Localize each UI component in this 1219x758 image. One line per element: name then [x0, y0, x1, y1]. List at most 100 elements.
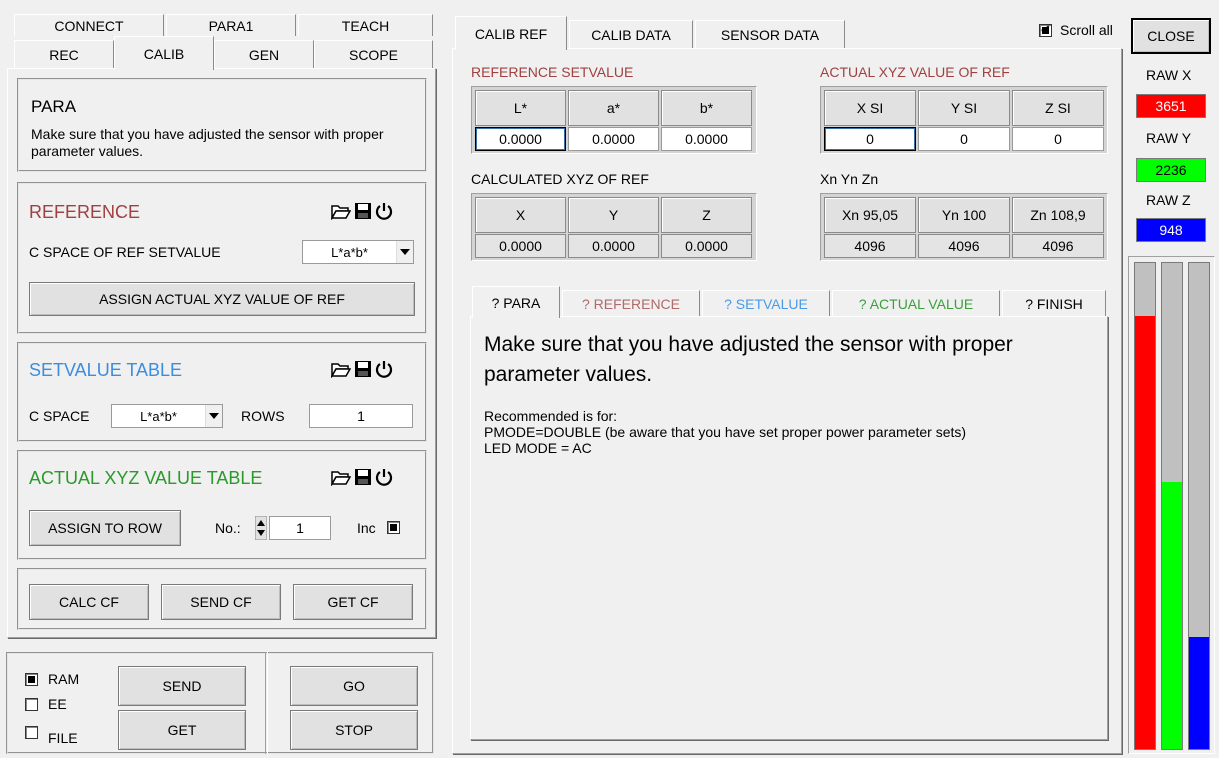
calc-xyz-ref-title: CALCULATED XYZ OF REF — [471, 171, 649, 187]
send-cf-button[interactable]: SEND CF — [161, 584, 281, 620]
stop-button[interactable]: STOP — [290, 710, 418, 750]
tab-teach[interactable]: TEACH — [298, 14, 433, 36]
no-spinner[interactable] — [254, 515, 268, 541]
raw-z-bar — [1188, 262, 1210, 750]
rows-input[interactable]: 1 — [309, 404, 413, 428]
ref-setvalue-l-input[interactable]: 0.0000 — [475, 127, 566, 151]
calc-xyz-z-value: 0.0000 — [661, 234, 752, 258]
setvalue-file-icons — [331, 360, 393, 378]
raw-x-bar-fill — [1135, 316, 1155, 749]
tab-scope[interactable]: SCOPE — [314, 40, 433, 68]
no-input[interactable]: 1 — [269, 516, 331, 540]
calc-xyz-x-value: 0.0000 — [475, 234, 566, 258]
raw-y-value-text: 2236 — [1155, 162, 1187, 178]
help-tab-reference[interactable]: ? REFERENCE — [562, 290, 700, 316]
no-label: No.: — [215, 520, 241, 536]
tab-sensor-data[interactable]: SENSOR DATA — [695, 20, 845, 48]
actual-xyz-header-z: Z SI — [1012, 90, 1104, 126]
file-checkbox[interactable] — [25, 726, 38, 739]
help-tab-para[interactable]: ? PARA — [472, 286, 560, 318]
para-box: PARA Make sure that you have adjusted th… — [17, 78, 427, 172]
ram-checkbox[interactable] — [25, 673, 38, 686]
xnynzn-yn-value: 4096 — [918, 234, 1010, 258]
xnynzn-header-yn: Yn 100 — [918, 197, 1010, 233]
actual-table-title: ACTUAL XYZ VALUE TABLE — [29, 468, 263, 488]
help-tab-setvalue[interactable]: ? SETVALUE — [702, 290, 830, 316]
assign-actual-xyz-of-ref-button[interactable]: ASSIGN ACTUAL XYZ VALUE OF REF — [29, 282, 415, 316]
tab-connect[interactable]: CONNECT — [14, 14, 164, 36]
chevron-down-icon[interactable] — [396, 241, 413, 263]
raw-z-bar-fill — [1189, 637, 1209, 749]
raw-z-value: 948 — [1136, 218, 1206, 242]
actual-table-file-icons — [331, 468, 393, 486]
xnynzn-zn-value: 4096 — [1012, 234, 1104, 258]
raw-y-label: RAW Y — [1146, 130, 1192, 146]
xnynzn-header-xn: Xn 95,05 — [824, 197, 916, 233]
actual-xyz-y-input[interactable]: 0 — [918, 127, 1010, 151]
power-icon[interactable] — [375, 202, 393, 220]
calc-xyz-ref-table: X Y Z 0.0000 0.0000 0.0000 — [471, 193, 757, 261]
assign-to-row-button[interactable]: ASSIGN TO ROW — [29, 510, 181, 546]
chevron-down-icon[interactable] — [205, 405, 222, 427]
xnynzn-title: Xn Yn Zn — [820, 171, 879, 187]
tab-para1[interactable]: PARA1 — [166, 14, 296, 36]
xnynzn-table: Xn 95,05 Yn 100 Zn 108,9 4096 4096 4096 — [820, 193, 1108, 261]
reference-cspace-value: L*a*b* — [331, 244, 368, 260]
inc-checkbox[interactable] — [387, 521, 400, 534]
setvalue-cspace-value: L*a*b* — [140, 408, 177, 424]
para-title: PARA — [31, 97, 77, 116]
open-folder-icon[interactable] — [331, 468, 351, 486]
raw-x-value: 3651 — [1136, 94, 1206, 118]
tab-gen[interactable]: GEN — [214, 40, 314, 68]
help-tab-actual-value[interactable]: ? ACTUAL VALUE — [832, 290, 1000, 316]
para-text: Make sure that you have adjusted the sen… — [31, 126, 384, 159]
reference-cspace-select[interactable]: L*a*b* — [302, 240, 414, 264]
power-icon[interactable] — [375, 468, 393, 486]
tab-calib-data[interactable]: CALIB DATA — [569, 20, 693, 48]
ee-checkbox[interactable] — [25, 698, 38, 711]
calc-xyz-header-z: Z — [661, 197, 752, 233]
setvalue-cspace-select[interactable]: L*a*b* — [111, 404, 223, 428]
rows-label: ROWS — [241, 408, 285, 424]
actual-xyz-table-box: ACTUAL XYZ VALUE TABLE ASSIGN TO ROW No.… — [17, 450, 427, 560]
calc-cf-button[interactable]: CALC CF — [29, 584, 149, 620]
get-button[interactable]: GET — [118, 710, 246, 750]
power-icon[interactable] — [375, 360, 393, 378]
raw-x-label: RAW X — [1146, 67, 1192, 83]
actual-xyz-header-y: Y SI — [918, 90, 1010, 126]
save-disk-icon[interactable] — [354, 468, 372, 486]
tab-calib-ref[interactable]: CALIB REF — [455, 16, 567, 50]
ref-setvalue-header-l: L* — [475, 90, 566, 126]
raw-x-bar — [1134, 262, 1156, 750]
save-disk-icon[interactable] — [354, 202, 372, 220]
raw-y-bar-fill — [1162, 481, 1182, 749]
actual-xyz-z-input[interactable]: 0 — [1012, 127, 1104, 151]
get-cf-button[interactable]: GET CF — [293, 584, 413, 620]
ref-setvalue-b-input[interactable]: 0.0000 — [661, 127, 752, 151]
reference-box: REFERENCE C SPACE OF REF SETVALUE L*a*b*… — [17, 182, 427, 334]
go-button[interactable]: GO — [290, 666, 418, 706]
check-mark-icon: ✔ — [1040, 22, 1051, 37]
ref-setvalue-a-input[interactable]: 0.0000 — [568, 127, 659, 151]
actual-xyz-x-input[interactable]: 0 — [824, 127, 916, 151]
send-button[interactable]: SEND — [118, 666, 246, 706]
xnynzn-header-zn: Zn 108,9 — [1012, 197, 1104, 233]
xnynzn-xn-value: 4096 — [824, 234, 916, 258]
ee-label: EE — [48, 696, 67, 712]
raw-z-value-text: 948 — [1159, 222, 1183, 238]
raw-x-value-text: 3651 — [1155, 98, 1187, 114]
help-line-1: Recommended is for: — [484, 408, 618, 424]
calc-xyz-header-x: X — [475, 197, 566, 233]
help-tab-finish[interactable]: ? FINISH — [1002, 290, 1106, 316]
help-line-2: PMODE=DOUBLE (be aware that you have set… — [484, 424, 967, 440]
save-disk-icon[interactable] — [354, 360, 372, 378]
tab-rec[interactable]: REC — [14, 40, 114, 68]
spinner-arrows-icon[interactable] — [254, 515, 268, 541]
open-folder-icon[interactable] — [331, 202, 351, 220]
close-button[interactable]: CLOSE — [1131, 18, 1211, 54]
reference-file-icons — [331, 202, 393, 220]
raw-y-value: 2236 — [1136, 158, 1206, 182]
file-label: FILE — [48, 730, 78, 746]
tab-calib[interactable]: CALIB — [114, 36, 214, 70]
open-folder-icon[interactable] — [331, 360, 351, 378]
